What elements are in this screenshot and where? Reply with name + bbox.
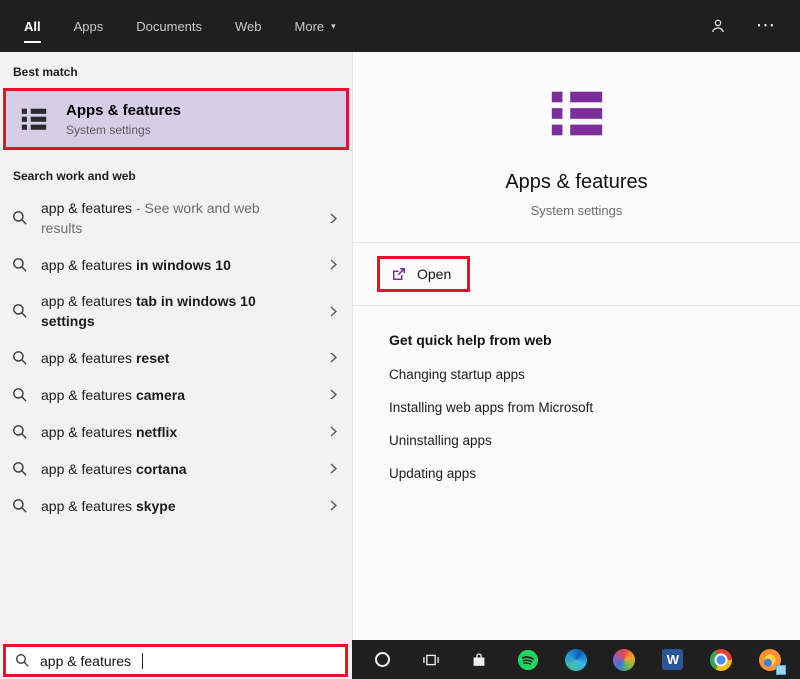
- tab-documents-label: Documents: [136, 18, 203, 34]
- best-match-header: Best match: [13, 65, 78, 79]
- firefox-icon[interactable]: [757, 647, 786, 675]
- search-suggestion[interactable]: app & features skype: [0, 487, 352, 524]
- tab-all-label: All: [24, 18, 41, 34]
- suggestion-text: app & features reset: [41, 349, 170, 366]
- feedback-icon[interactable]: [708, 16, 728, 36]
- taskbar: W: [352, 640, 800, 679]
- cortana-icon[interactable]: [369, 647, 395, 673]
- search-suggestion[interactable]: app & features camera: [0, 376, 352, 413]
- chevron-right-icon[interactable]: [327, 499, 340, 512]
- search-suggestion[interactable]: app & features tab in windows 10 setting…: [0, 283, 352, 339]
- preview-title: Apps & features: [505, 171, 648, 193]
- search-icon: [15, 653, 30, 668]
- chevron-right-icon[interactable]: [327, 425, 340, 438]
- quick-help-links: Changing startup apps Installing web app…: [389, 365, 780, 483]
- open-button-label: Open: [417, 266, 452, 282]
- search-web-header: Search work and web: [13, 169, 136, 183]
- spotify-icon[interactable]: [515, 647, 541, 673]
- windows-search-panel: All Apps Documents Web More ▾ ⋯ Best mat…: [0, 0, 800, 679]
- ellipsis-icon[interactable]: ⋯: [756, 16, 776, 36]
- open-button[interactable]: Open: [377, 256, 471, 292]
- quick-help-section: Get quick help from web Changing startup…: [353, 306, 800, 483]
- filter-tabs: All Apps Documents Web More ▾: [24, 0, 336, 52]
- preview-subtitle: System settings: [530, 203, 623, 218]
- results-panel: Best match Apps & features System settin…: [0, 52, 352, 679]
- search-icon: [12, 387, 28, 403]
- preview-panel: Apps & features System settings Open Get…: [352, 52, 800, 640]
- task-view-icon[interactable]: [418, 647, 444, 673]
- tab-web-label: Web: [235, 18, 262, 34]
- quick-help-header: Get quick help from web: [389, 332, 552, 348]
- help-link[interactable]: Updating apps: [389, 464, 780, 483]
- suggestion-text: app & features camera: [41, 386, 185, 403]
- search-icon: [12, 350, 28, 366]
- search-suggestion[interactable]: app & features cortana: [0, 450, 352, 487]
- preview-hero: Apps & features System settings: [353, 52, 800, 242]
- help-link[interactable]: Uninstalling apps: [389, 431, 780, 450]
- best-match-subtitle: System settings: [66, 123, 151, 137]
- tab-more-label: More: [294, 18, 325, 34]
- search-icon: [12, 210, 28, 226]
- suggestion-text: app & features cortana: [41, 460, 187, 477]
- chevron-down-icon: ▾: [331, 20, 336, 31]
- search-icon: [12, 498, 28, 514]
- apps-features-icon: [546, 82, 608, 144]
- chevron-right-icon[interactable]: [327, 351, 340, 364]
- search-icon: [12, 424, 28, 440]
- search-suggestion[interactable]: app & features netflix: [0, 413, 352, 450]
- search-icon: [12, 303, 28, 319]
- search-suggestion[interactable]: app & features reset: [0, 339, 352, 376]
- chevron-right-icon[interactable]: [327, 258, 340, 271]
- word-icon[interactable]: W: [660, 647, 686, 673]
- search-input-value: app & features: [40, 652, 132, 669]
- store-icon[interactable]: [466, 647, 492, 673]
- tab-apps-label: Apps: [73, 18, 104, 34]
- suggestion-text: app & features netflix: [41, 423, 178, 440]
- search-filter-bar: All Apps Documents Web More ▾ ⋯: [0, 0, 800, 52]
- help-link[interactable]: Changing startup apps: [389, 365, 780, 384]
- topbar-actions: ⋯: [708, 16, 776, 36]
- actions-row: Open: [353, 243, 800, 305]
- suggestion-text: app & features skype: [41, 497, 176, 514]
- paint3d-icon[interactable]: [611, 647, 637, 673]
- search-suggestion[interactable]: app & features - See work and web result…: [0, 190, 352, 246]
- chevron-right-icon[interactable]: [327, 305, 340, 318]
- edge-icon[interactable]: [563, 647, 589, 673]
- best-match-title: Apps & features: [66, 102, 182, 119]
- chevron-right-icon[interactable]: [327, 388, 340, 401]
- tab-apps[interactable]: Apps: [74, 0, 104, 52]
- notification-badge: [775, 664, 786, 675]
- chevron-right-icon[interactable]: [327, 462, 340, 475]
- suggestion-text: app & features - See work and web result…: [41, 200, 260, 236]
- search-input[interactable]: app & features: [3, 644, 348, 677]
- tab-more[interactable]: More ▾: [295, 0, 336, 52]
- open-icon: [391, 266, 407, 282]
- text-cursor: [142, 652, 144, 669]
- suggestion-text: app & features tab in windows 10 setting…: [41, 293, 256, 329]
- search-suggestion[interactable]: app & features in windows 10: [0, 246, 352, 283]
- best-match-text: Apps & features System settings: [66, 101, 181, 137]
- best-match-result[interactable]: Apps & features System settings: [3, 88, 349, 150]
- suggestion-text: app & features in windows 10: [41, 256, 231, 273]
- search-icon: [12, 257, 28, 273]
- chevron-right-icon[interactable]: [327, 212, 340, 225]
- tab-web[interactable]: Web: [235, 0, 262, 52]
- tab-documents[interactable]: Documents: [136, 0, 202, 52]
- chrome-icon[interactable]: [708, 647, 734, 673]
- help-link[interactable]: Installing web apps from Microsoft: [389, 398, 780, 417]
- search-icon: [12, 461, 28, 477]
- apps-features-icon: [19, 104, 49, 134]
- tab-all[interactable]: All: [24, 0, 41, 52]
